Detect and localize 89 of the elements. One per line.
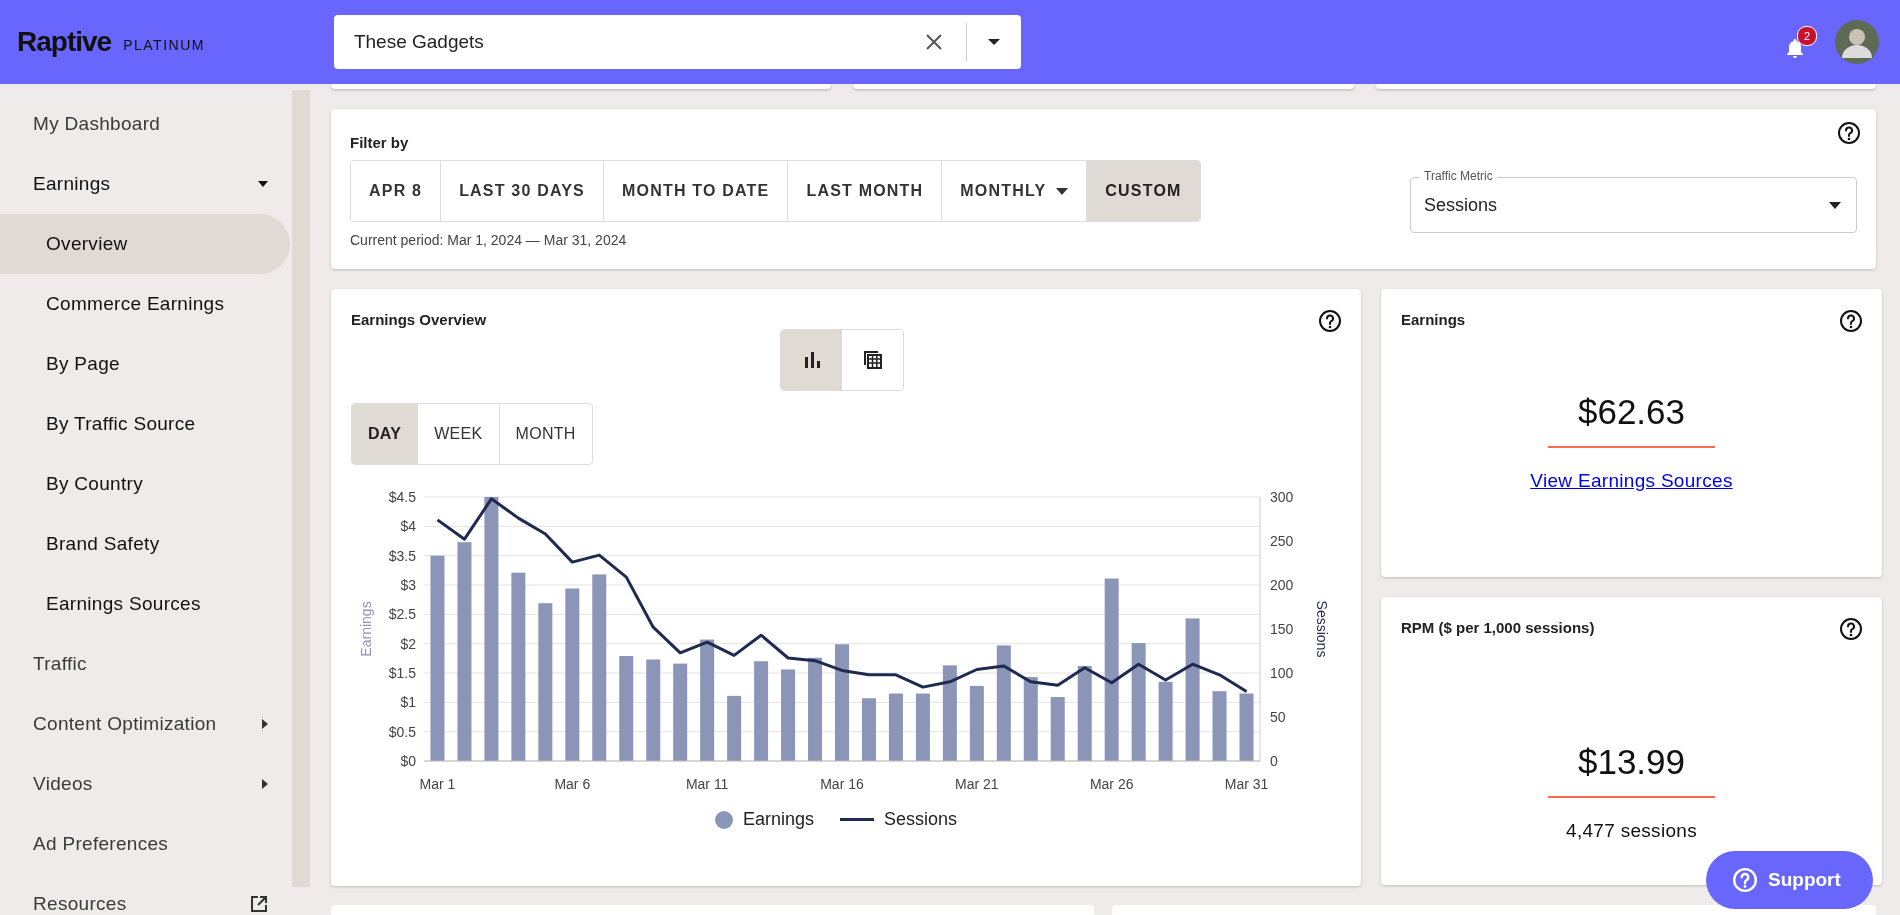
earnings-sources-link[interactable]: View Earnings Sources [1530, 470, 1733, 492]
axis-tick-label: $4 [400, 518, 416, 535]
axis-tick-label: $0 [400, 753, 416, 769]
axis-tick-label: 100 [1270, 665, 1294, 681]
period-button[interactable]: CUSTOM [1087, 161, 1200, 221]
table-icon [862, 350, 883, 370]
bar [915, 693, 930, 761]
bar [861, 698, 876, 761]
axis-tick-label: $2 [400, 635, 416, 652]
legend-item[interactable]: Sessions [840, 809, 958, 830]
bar-chart-icon [802, 351, 821, 369]
nav-item[interactable]: Ad Preferences [0, 814, 292, 874]
nav-item[interactable]: Videos [0, 754, 292, 814]
granularity-tab[interactable]: MONTH [499, 404, 592, 464]
bar [727, 695, 742, 761]
nav-item[interactable]: Earnings [0, 154, 292, 214]
plan-label: PLATINUM [123, 37, 205, 53]
site-select[interactable]: These Gadgets [333, 15, 1021, 69]
filter-label: Filter by [350, 134, 410, 153]
card-title: RPM ($ per 1,000 sessions) [1401, 619, 1595, 636]
axis-tick-label: Mar 26 [1089, 776, 1134, 792]
axis-tick-label: $1.5 [388, 665, 416, 681]
help-icon [1732, 867, 1758, 893]
axis-tick-label: Mar 16 [820, 776, 864, 792]
nav-item[interactable]: Overview [0, 214, 290, 274]
nav-item[interactable]: Content Optimization [0, 694, 292, 754]
axis-tick-label: $1 [400, 694, 416, 711]
axis-tick-label: Mar 6 [554, 776, 591, 792]
chart-view-button[interactable] [781, 330, 842, 390]
avatar-icon[interactable] [1835, 20, 1879, 64]
period-button[interactable]: APR 8 [351, 161, 442, 221]
bar [1212, 691, 1227, 761]
nav-item[interactable]: By Page [0, 334, 292, 394]
axis-tick-label: $2.5 [388, 606, 416, 623]
legend-line-icon [840, 817, 874, 822]
caret-icon [1056, 187, 1069, 195]
axis-tick-label: 150 [1270, 621, 1294, 637]
axis-tick-label: Mar 1 [419, 776, 456, 792]
nav-item[interactable]: Earnings Sources [0, 574, 292, 634]
caret-right-icon [262, 779, 268, 789]
help-icon[interactable] [1837, 121, 1861, 145]
nav-item[interactable]: By Traffic Source [0, 394, 292, 454]
current-period: Current period: Mar 1, 2024 — Mar 31, 2024 [350, 232, 628, 248]
axis-tick-label: 50 [1270, 709, 1286, 725]
nav-item[interactable]: Resources [0, 874, 292, 915]
clear-icon [923, 32, 944, 52]
nav-item[interactable]: My Dashboard [0, 94, 292, 154]
nav-item[interactable]: Traffic [0, 634, 292, 694]
axis-tick-label: Mar 11 [685, 776, 729, 792]
nav-item[interactable]: By Country [0, 454, 292, 514]
card-title: Earnings Overview [351, 311, 487, 328]
caret-icon [1829, 201, 1841, 209]
caret-down-icon [258, 181, 268, 187]
caret-icon [986, 38, 1001, 46]
notification-count: 2 [1797, 25, 1817, 46]
granularity-tab[interactable]: WEEK [418, 404, 500, 464]
bar [1239, 693, 1254, 761]
caret-right-icon [262, 719, 268, 729]
card-title: Earnings [1401, 311, 1466, 328]
bar [888, 693, 903, 761]
axis-tick-label: 0 [1270, 753, 1278, 769]
axis-tick-label: Mar 31 [1224, 776, 1269, 792]
help-icon[interactable] [1839, 617, 1863, 641]
nav-item[interactable]: Commerce Earnings [0, 274, 292, 334]
sessions-count: 4,477 sessions [1566, 820, 1697, 842]
axis-tick-label: $3 [400, 577, 416, 593]
axis-tick-label: $3.5 [388, 547, 416, 564]
bell-icon [1785, 36, 1805, 59]
traffic-metric-select[interactable]: Traffic Metric Sessions [1410, 168, 1857, 233]
axis-tick-label: $4.5 [388, 489, 416, 505]
external-link-icon [250, 895, 268, 913]
axis-tick-label: 250 [1270, 533, 1294, 549]
axis-tick-label: $0.5 [388, 723, 416, 740]
legend-dot-icon [714, 810, 733, 829]
support-button[interactable]: Support [1706, 851, 1873, 909]
help-icon[interactable] [1839, 309, 1863, 333]
axis-tick-label: Mar 21 [955, 776, 999, 792]
axis-title: Earnings [358, 601, 374, 657]
help-icon[interactable] [1318, 309, 1342, 333]
legend-item[interactable]: Earnings [714, 809, 814, 830]
axis-tick-label: 300 [1270, 489, 1294, 505]
stat-value: $62.63 [1547, 392, 1716, 448]
granularity-tab[interactable]: DAY [352, 404, 419, 464]
bar [1050, 697, 1065, 761]
axis-tick-label: 200 [1270, 577, 1294, 593]
logo[interactable]: Raptive [17, 26, 112, 58]
stat-value: $13.99 [1547, 742, 1716, 798]
axis-title: Sessions [1314, 600, 1330, 658]
nav-item[interactable]: Brand Safety [0, 514, 292, 574]
